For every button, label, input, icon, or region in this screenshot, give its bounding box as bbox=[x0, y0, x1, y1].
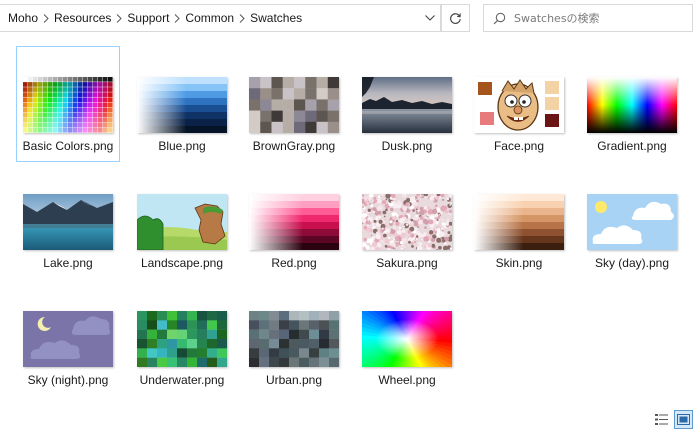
view-switcher bbox=[652, 410, 693, 429]
chevron-down-icon bbox=[424, 15, 435, 21]
thumbnail-lake bbox=[23, 194, 113, 250]
toolbar: Moho Resources Support Common Swatches bbox=[0, 0, 697, 36]
thumbnail-dusk bbox=[362, 77, 452, 133]
file-item-skin[interactable]: Skin.png bbox=[467, 163, 571, 279]
file-item-browngray[interactable]: BrownGray.png bbox=[242, 46, 346, 162]
breadcrumb-item-swatches[interactable]: Swatches bbox=[250, 11, 302, 25]
file-item-red[interactable]: Red.png bbox=[242, 163, 346, 279]
file-name: Skin.png bbox=[495, 256, 543, 270]
address-dropdown-button[interactable] bbox=[418, 5, 440, 31]
file-item-sky-day[interactable]: Sky (day).png bbox=[580, 163, 684, 279]
search-input[interactable] bbox=[514, 5, 684, 31]
thumbnail-blue bbox=[137, 77, 227, 133]
search-box[interactable] bbox=[483, 4, 693, 32]
file-name: Wheel.png bbox=[378, 373, 436, 387]
search-icon bbox=[484, 5, 514, 31]
breadcrumb-item-support[interactable]: Support bbox=[127, 11, 169, 25]
thumbnail-face bbox=[474, 77, 564, 133]
file-item-dusk[interactable]: Dusk.png bbox=[355, 46, 459, 162]
chevron-right-icon[interactable] bbox=[169, 5, 185, 31]
thumbnail-browngray bbox=[249, 77, 339, 133]
file-item-gradient[interactable]: Gradient.png bbox=[580, 46, 684, 162]
breadcrumb-item-resources[interactable]: Resources bbox=[54, 11, 111, 25]
file-item-landscape[interactable]: Landscape.png bbox=[130, 163, 234, 279]
file-item-face[interactable]: Face.png bbox=[467, 46, 571, 162]
file-name: Lake.png bbox=[43, 256, 93, 270]
thumbnail-sakura bbox=[362, 194, 452, 250]
file-name: Sky (day).png bbox=[594, 256, 670, 270]
chevron-right-icon[interactable] bbox=[38, 5, 54, 31]
file-name: Gradient.png bbox=[597, 139, 667, 153]
thumbnail-skin bbox=[474, 194, 564, 250]
file-name: Sky (night).png bbox=[27, 373, 109, 387]
file-grid: Basic Colors.png Blue.png BrownGray.png bbox=[0, 36, 697, 406]
file-item-sky-night[interactable]: Sky (night).png bbox=[16, 280, 120, 396]
thumbnail-underwater bbox=[137, 311, 227, 367]
file-item-blue[interactable]: Blue.png bbox=[130, 46, 234, 162]
file-name: Landscape.png bbox=[140, 256, 224, 270]
thumbnail-wheel bbox=[362, 311, 452, 367]
thumbnail-basic-colors bbox=[23, 77, 113, 133]
file-name: Urban.png bbox=[265, 373, 323, 387]
file-item-wheel[interactable]: Wheel.png bbox=[355, 280, 459, 396]
address-bar[interactable]: Moho Resources Support Common Swatches bbox=[0, 4, 441, 32]
file-name: Sakura.png bbox=[376, 256, 438, 270]
file-item-sakura[interactable]: Sakura.png bbox=[355, 163, 459, 279]
file-name: Blue.png bbox=[158, 139, 206, 153]
thumbnail-urban bbox=[249, 311, 339, 367]
details-view-icon bbox=[655, 414, 668, 425]
file-name: Red.png bbox=[271, 256, 317, 270]
thumbnail-sky-night bbox=[23, 311, 113, 367]
thumbnail-gradient bbox=[587, 77, 677, 133]
breadcrumb: Moho Resources Support Common Swatches bbox=[0, 5, 418, 31]
thumbnail-red bbox=[249, 194, 339, 250]
large-icons-view-button[interactable] bbox=[674, 410, 693, 429]
file-name: BrownGray.png bbox=[252, 139, 336, 153]
file-name: Face.png bbox=[493, 139, 545, 153]
file-name: Basic Colors.png bbox=[22, 139, 114, 153]
large-icons-view-icon bbox=[677, 414, 690, 425]
thumbnail-landscape bbox=[137, 194, 227, 250]
file-name: Underwater.png bbox=[139, 373, 225, 387]
refresh-button[interactable] bbox=[441, 4, 470, 32]
file-item-basic-colors[interactable]: Basic Colors.png bbox=[16, 46, 120, 162]
chevron-right-icon[interactable] bbox=[111, 5, 127, 31]
file-item-underwater[interactable]: Underwater.png bbox=[130, 280, 234, 396]
details-view-button[interactable] bbox=[652, 410, 671, 429]
file-name: Dusk.png bbox=[381, 139, 433, 153]
file-item-lake[interactable]: Lake.png bbox=[16, 163, 120, 279]
chevron-right-icon[interactable] bbox=[234, 5, 250, 31]
breadcrumb-item-moho[interactable]: Moho bbox=[8, 11, 38, 25]
breadcrumb-item-common[interactable]: Common bbox=[185, 11, 234, 25]
thumbnail-sky-day bbox=[587, 194, 677, 250]
refresh-icon bbox=[450, 12, 461, 24]
file-item-urban[interactable]: Urban.png bbox=[242, 280, 346, 396]
